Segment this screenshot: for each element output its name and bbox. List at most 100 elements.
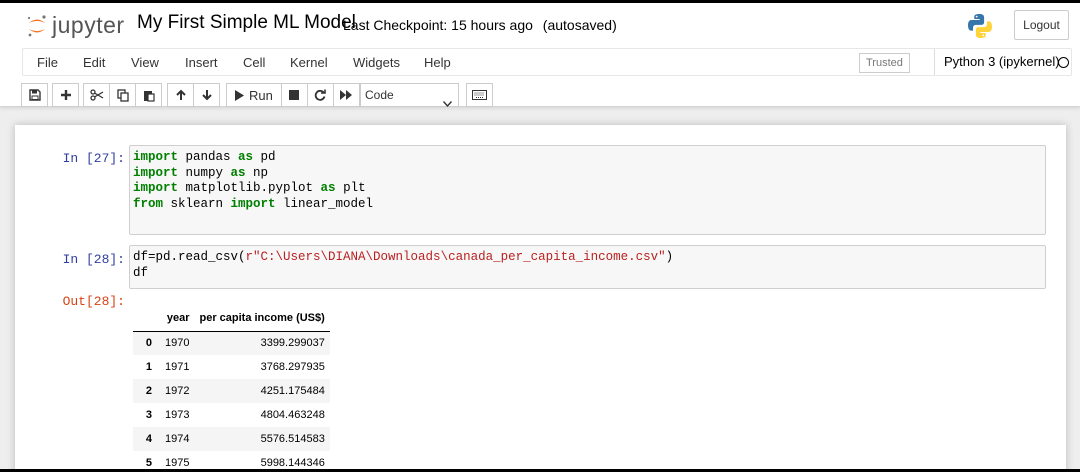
code-line: import matplotlib.pyplot as plt <box>133 181 1041 197</box>
cell-type-select[interactable]: Code <box>360 83 459 108</box>
code-token: np <box>245 165 269 180</box>
code-keyword: as <box>238 150 254 164</box>
move-down-button[interactable] <box>193 83 220 107</box>
interrupt-button[interactable] <box>280 83 308 107</box>
cell-year: 1971 <box>165 361 190 373</box>
toolbar-group-move <box>167 83 220 107</box>
cut-icon <box>89 89 104 101</box>
arrow-down-icon <box>201 89 213 101</box>
cell-income: 4251.175484 <box>260 385 325 397</box>
column-header-year: year <box>157 305 195 332</box>
menu-cell[interactable]: Cell <box>243 55 265 70</box>
kernel-idle-icon <box>1058 57 1069 68</box>
row-index: 1 <box>145 361 152 373</box>
row-index: 2 <box>145 385 152 397</box>
logout-button[interactable]: Logout <box>1014 10 1069 40</box>
cell-year: 1970 <box>165 337 190 350</box>
run-button[interactable]: Run <box>226 83 282 107</box>
save-button[interactable] <box>21 83 48 107</box>
table-row: 2 1972 4251.175484 <box>133 379 330 403</box>
toolbar-group-clipboard <box>83 83 162 107</box>
cell-27-prompt: In [27]: <box>62 151 125 166</box>
row-index: 3 <box>145 409 152 421</box>
code-line: from sklearn import linear_model <box>133 197 1041 213</box>
keyboard-icon <box>472 90 487 100</box>
code-line: import numpy as np <box>133 166 1041 182</box>
code-token: df=pd.read_csv( <box>133 250 246 264</box>
cell-income: 4804.463248 <box>260 409 325 421</box>
code-token: pandas <box>178 150 239 164</box>
code-keyword: as <box>230 165 246 180</box>
column-header-income: per capita income (US$) <box>194 305 330 332</box>
dataframe-output-table: year per capita income (US$) 0 1970 3399.2… <box>133 305 330 472</box>
run-icon <box>235 89 244 101</box>
code-token: ) <box>665 250 674 264</box>
menu-edit[interactable]: Edit <box>83 55 105 70</box>
code-token: sklearn <box>163 196 231 211</box>
code-cell-27-input[interactable]: import pandas as pd import numpy as np imp… <box>129 145 1046 235</box>
move-up-button[interactable] <box>167 83 194 107</box>
cell-income: 5576.514583 <box>260 433 325 445</box>
code-keyword: import <box>133 165 179 180</box>
notebook-title[interactable]: My First Simple ML Model <box>137 12 356 34</box>
trusted-badge[interactable]: Trusted <box>859 53 910 73</box>
plus-icon <box>60 89 72 101</box>
stop-icon <box>289 90 300 100</box>
restart-button[interactable] <box>306 83 334 107</box>
code-keyword: as <box>320 181 336 196</box>
code-token: pd <box>253 150 276 164</box>
jupyter-logo-text: jupyter <box>52 11 125 38</box>
cell-year: 1972 <box>165 385 190 397</box>
notebook-header: jupyter My First Simple ML Model Last Ch… <box>0 3 1080 108</box>
cell-income: 3399.299037 <box>260 337 325 350</box>
insert-cell-button[interactable] <box>52 83 79 107</box>
jupyter-logo-icon <box>26 14 48 37</box>
code-keyword: import <box>133 181 179 196</box>
restart-icon <box>314 89 327 101</box>
checkpoint-status: Last Checkpoint: 15 hours ago (autosaved… <box>343 17 617 33</box>
table-row: 1 1971 3768.297935 <box>133 355 330 379</box>
code-keyword: import <box>133 150 179 164</box>
run-all-button[interactable] <box>332 83 360 107</box>
menu-bar: File Edit View Insert Cell Kernel Widget… <box>22 48 1072 76</box>
jupyter-logo[interactable]: jupyter <box>26 11 125 39</box>
code-token: matplotlib.pyplot <box>178 181 321 196</box>
menu-help[interactable]: Help <box>424 55 451 70</box>
cell-type-value: Code <box>365 88 394 102</box>
code-cell-28-input[interactable]: df=pd.read_csv(r"C:\Users\DIANA\Download… <box>129 245 1046 289</box>
row-index: 4 <box>145 433 152 445</box>
code-token: df <box>133 265 149 280</box>
copy-icon <box>116 88 129 102</box>
cell-28-output-prompt: Out[28]: <box>62 294 125 309</box>
notebook-container: In [27]: import pandas as pd import numpy… <box>15 125 1066 472</box>
code-line: import pandas as pd <box>133 150 1041 166</box>
last-checkpoint-text: Last Checkpoint: 15 hours ago <box>343 17 533 33</box>
table-row: 4 1974 5576.514583 <box>133 427 330 451</box>
menu-insert[interactable]: Insert <box>185 55 218 70</box>
code-line: df=pd.read_csv(r"C:\Users\DIANA\Download… <box>133 250 1041 266</box>
cell-28-prompt: In [28]: <box>62 252 125 267</box>
code-token: plt <box>335 181 366 196</box>
table-row: 3 1973 4804.463248 <box>133 403 330 427</box>
cell-income: 3768.297935 <box>260 361 325 373</box>
python-logo-icon <box>966 12 994 40</box>
menu-kernel[interactable]: Kernel <box>290 55 328 70</box>
run-label: Run <box>249 87 273 103</box>
save-icon <box>28 89 41 101</box>
toolbar-group-run: Run <box>226 83 360 107</box>
autosave-status: (autosaved) <box>542 17 617 33</box>
command-palette-button[interactable] <box>466 83 493 107</box>
paste-icon <box>143 89 155 102</box>
paste-button[interactable] <box>135 83 162 107</box>
menu-view[interactable]: View <box>131 55 159 70</box>
copy-button[interactable] <box>109 83 136 107</box>
index-header <box>133 305 157 332</box>
row-index: 0 <box>145 337 152 350</box>
code-keyword: from <box>133 196 164 211</box>
menu-widgets[interactable]: Widgets <box>353 55 400 70</box>
code-string: r"C:\Users\DIANA\Downloads\canada_per_ca… <box>245 250 666 264</box>
kernel-name[interactable]: Python 3 (ipykernel) <box>934 49 1060 75</box>
cut-button[interactable] <box>83 83 110 107</box>
menu-file[interactable]: File <box>37 55 58 70</box>
code-keyword: import <box>230 196 276 211</box>
